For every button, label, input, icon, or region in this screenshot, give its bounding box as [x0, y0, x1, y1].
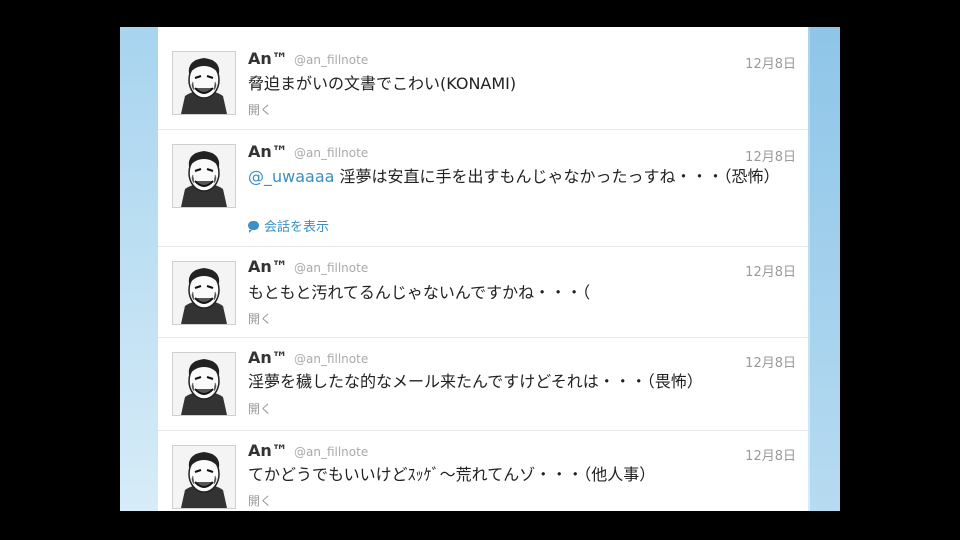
tweet-date[interactable]: 12月8日	[745, 352, 796, 371]
expand-link[interactable]: 開く	[248, 400, 272, 417]
author-name[interactable]: An™	[248, 348, 288, 367]
tweet-text: 脅迫まがいの文書でこわい(KONAMI)	[248, 73, 788, 95]
avatar[interactable]	[172, 51, 236, 115]
tweet-item[interactable]: An™ @an_fillnote 12月8日 脅迫まがいの文書でこわい(KONA…	[158, 27, 808, 130]
author-name[interactable]: An™	[248, 441, 288, 460]
avatar[interactable]	[172, 445, 236, 509]
author-handle[interactable]: @an_fillnote	[294, 53, 368, 67]
tweet-body: 淫夢は安直に手を出すもんじゃなかったっすね・・・（恐怖）	[334, 167, 780, 186]
tweet-body: てかどうでもいいけどｽｯｹﾞ～荒れてんゾ・・・（他人事）	[248, 465, 656, 484]
speech-bubble-icon	[248, 221, 259, 233]
author-handle[interactable]: @an_fillnote	[294, 352, 368, 366]
show-conversation-label[interactable]: 会話を表示	[264, 216, 329, 235]
timeline: An™ @an_fillnote 12月8日 脅迫まがいの文書でこわい(KONA…	[158, 27, 808, 511]
avatar[interactable]	[172, 144, 236, 208]
avatar[interactable]	[172, 352, 236, 416]
author-handle[interactable]: @an_fillnote	[294, 445, 368, 459]
expand-link[interactable]: 開く	[248, 492, 272, 509]
tweet-text: 淫夢を穢したな的なメール来たんですけどそれは・・・（畏怖）	[248, 371, 788, 393]
avatar[interactable]	[172, 261, 236, 325]
tweet-text: @_uwaaaa 淫夢は安直に手を出すもんじゃなかったっすね・・・（恐怖）	[248, 166, 788, 188]
expand-link[interactable]: 開く	[248, 101, 272, 118]
twitter-timeline-screenshot: An™ @an_fillnote 12月8日 脅迫まがいの文書でこわい(KONA…	[120, 27, 840, 511]
background-band	[810, 27, 840, 511]
mention-link[interactable]: @_uwaaaa	[248, 167, 334, 186]
author-handle[interactable]: @an_fillnote	[294, 261, 368, 275]
author-name[interactable]: An™	[248, 257, 288, 276]
show-conversation-link[interactable]: 会話を表示	[248, 216, 329, 235]
tweet-date[interactable]: 12月8日	[745, 261, 796, 280]
tweet-body: もともと汚れてるんじゃないんですかね・・・（	[248, 283, 591, 302]
tweet-text: もともと汚れてるんじゃないんですかね・・・（	[248, 282, 788, 304]
tweet-date[interactable]: 12月8日	[745, 146, 796, 165]
author-name[interactable]: An™	[248, 142, 288, 161]
tweet-date[interactable]: 12月8日	[745, 445, 796, 464]
tweet-item[interactable]: An™ @an_fillnote 12月8日 もともと汚れてるんじゃないんですか…	[158, 247, 808, 338]
tweet-item[interactable]: An™ @an_fillnote 12月8日 淫夢を穢したな的なメール来たんです…	[158, 338, 808, 431]
tweet-item[interactable]: An™ @an_fillnote 12月8日 てかどうでもいいけどｽｯｹﾞ～荒れ…	[158, 431, 808, 511]
author-name[interactable]: An™	[248, 49, 288, 68]
author-handle[interactable]: @an_fillnote	[294, 146, 368, 160]
tweet-text: てかどうでもいいけどｽｯｹﾞ～荒れてんゾ・・・（他人事）	[248, 464, 788, 486]
expand-link[interactable]: 開く	[248, 310, 272, 327]
tweet-date[interactable]: 12月8日	[745, 53, 796, 72]
tweet-item[interactable]: An™ @an_fillnote 12月8日 @_uwaaaa 淫夢は安直に手を…	[158, 130, 808, 247]
tweet-body: 脅迫まがいの文書でこわい(KONAMI)	[248, 74, 517, 93]
tweet-body: 淫夢を穢したな的なメール来たんですけどそれは・・・（畏怖）	[248, 372, 703, 391]
